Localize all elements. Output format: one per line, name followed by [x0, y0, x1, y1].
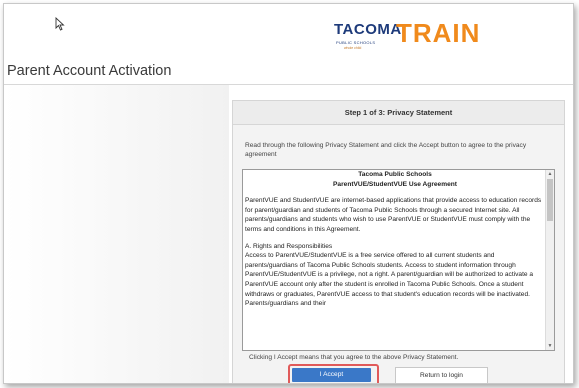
agreement-org: Tacoma Public Schools: [358, 171, 432, 178]
return-to-login-button[interactable]: Return to login: [395, 367, 488, 383]
accept-button[interactable]: I Accept: [292, 368, 371, 382]
step-header: Step 1 of 3: Privacy Statement: [233, 101, 564, 125]
side-panel: [4, 85, 229, 383]
scroll-down-arrow-icon[interactable]: ▼: [547, 343, 553, 349]
instructions-text: Read through the following Privacy State…: [245, 142, 527, 158]
logo-train-text: TRAIN: [396, 18, 481, 48]
app-window: TACOMA PUBLIC SCHOOLS whole child TRAIN …: [3, 3, 574, 384]
agreement-paragraph: Access to ParentVUE/StudentVUE is a free…: [245, 252, 534, 308]
agreement-content: Tacoma Public Schools ParentVUE/StudentV…: [245, 170, 545, 309]
scrollbar[interactable]: ▲ ▼: [545, 170, 554, 350]
scroll-up-arrow-icon[interactable]: ▲: [547, 171, 553, 177]
logo-tagline: whole child: [344, 46, 362, 50]
agreement-paragraph: ParentVUE and StudentVUE are internet-ba…: [245, 197, 542, 233]
consent-text: Clicking I Accept means that you agree t…: [249, 354, 459, 361]
agreement-scrollbox[interactable]: Tacoma Public Schools ParentVUE/StudentV…: [242, 169, 555, 351]
logo-tacoma-text: TACOMA: [334, 21, 402, 38]
page-title: Parent Account Activation: [7, 63, 172, 79]
agreement-title: ParentVUE/StudentVUE Use Agreement: [333, 180, 457, 188]
privacy-card: Step 1 of 3: Privacy Statement Read thro…: [232, 100, 565, 383]
scroll-thumb[interactable]: [547, 179, 553, 221]
section-heading: A. Rights and Responsibilities: [245, 242, 333, 250]
mouse-cursor-icon: [55, 17, 65, 31]
logo-subtitle: PUBLIC SCHOOLS: [336, 40, 376, 45]
